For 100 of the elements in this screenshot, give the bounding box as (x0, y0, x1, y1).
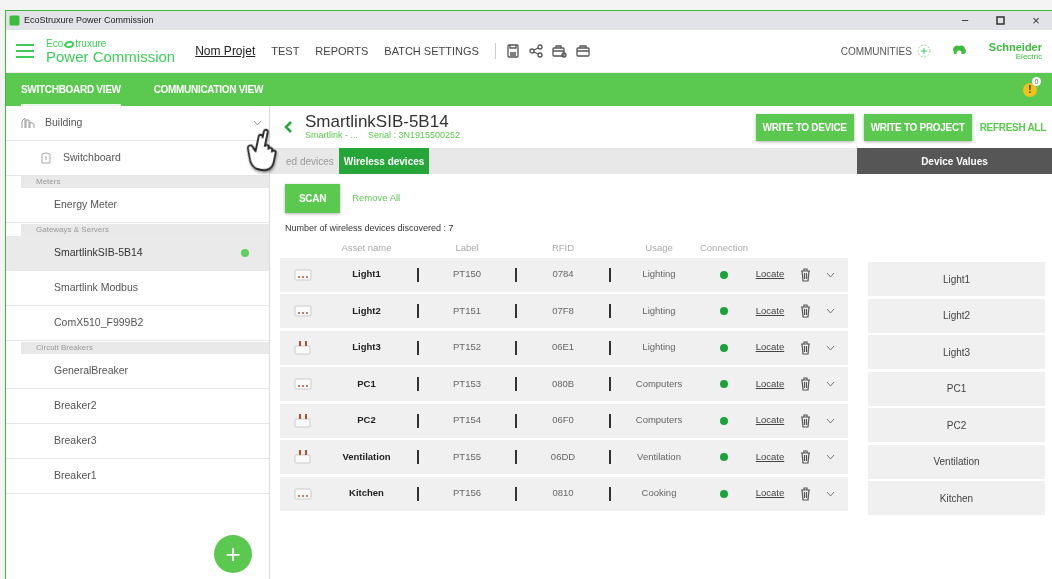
window-title: EcoStruxure Power Commission (24, 13, 155, 27)
plug-icon (292, 485, 313, 502)
chevron-down-icon[interactable] (825, 271, 835, 278)
trash-icon[interactable] (799, 377, 811, 391)
device-value: PC2 (868, 408, 1045, 442)
trash-icon[interactable] (799, 340, 811, 355)
column-header: Connection (698, 241, 750, 256)
device-label: PT154 (452, 413, 482, 428)
nav-link[interactable]: TEST (271, 42, 300, 60)
trash-icon[interactable] (799, 267, 811, 282)
device-value: Light2 (868, 298, 1045, 333)
trash-icon[interactable] (799, 486, 811, 501)
device-type: Smartlink - ... (305, 131, 358, 141)
discovered-count: Number of wireless devices discovered : 7 (285, 222, 455, 235)
sidebar-item[interactable]: Smartlink Modbus (6, 271, 269, 306)
briefcase-icon[interactable] (575, 44, 590, 58)
chevron-down-icon[interactable] (825, 381, 835, 387)
sidebar-item[interactable]: Breaker1 (6, 459, 269, 494)
device-label: PT155 (452, 449, 482, 464)
device-value: Light1 (868, 262, 1045, 296)
building-icon (21, 117, 35, 129)
briefcase-icon[interactable] (551, 44, 567, 58)
plug-icon (292, 303, 313, 319)
asset-name: PC1 (356, 376, 377, 391)
communities-link[interactable]: COMMUNITIES (840, 43, 912, 59)
asset-name: Light1 (351, 267, 382, 282)
locate-link[interactable]: Locate (750, 340, 790, 355)
sidebar-item[interactable]: Energy Meter (6, 188, 269, 223)
device-value: PC1 (868, 371, 1045, 406)
chevron-down-icon[interactable] (825, 417, 835, 424)
rfid-code: 07F8 (551, 303, 575, 318)
asset-name: Light2 (351, 303, 382, 318)
switchboard-item[interactable]: Switchboard (63, 150, 121, 166)
nav-link[interactable]: BATCH SETTINGS (384, 42, 479, 60)
usage-text: Lighting (641, 303, 677, 318)
share-icon[interactable] (528, 44, 543, 58)
group-header: Meters (21, 176, 269, 188)
device-label: PT152 (452, 340, 482, 355)
locate-link[interactable]: Locate (750, 267, 790, 282)
sidebar-item[interactable]: Breaker2 (6, 389, 269, 424)
locate-link[interactable]: Locate (750, 413, 790, 428)
vendor-logo-text: Schneider (988, 41, 1042, 53)
locate-link[interactable]: Locate (750, 486, 790, 501)
usage-text: Lighting (641, 267, 677, 282)
panel-header: Device Values (857, 148, 1052, 174)
chevron-down-icon[interactable] (825, 454, 835, 460)
column-header: Label (454, 241, 480, 256)
sidebar-item[interactable]: SmartlinkSIB-5B14 (6, 236, 269, 271)
device-label: PT156 (452, 486, 482, 501)
plug-icon (292, 412, 313, 429)
column-header: Usage (644, 241, 674, 256)
device-label: PT153 (452, 376, 482, 391)
chevron-down-icon[interactable] (825, 344, 835, 351)
usage-text: Ventilation (636, 449, 682, 464)
nav-link[interactable]: REPORTS (315, 42, 369, 60)
rfid-code: 0810 (551, 486, 575, 501)
logo-text: truxure (75, 38, 107, 49)
plug-icon (292, 376, 313, 392)
usage-text: Computers (634, 376, 684, 391)
nav-link[interactable]: Nom Projet (195, 42, 256, 60)
locate-link[interactable]: Locate (750, 376, 790, 392)
app-icon (9, 15, 20, 26)
app-name: Power Commission (46, 49, 176, 64)
locate-link[interactable]: Locate (750, 449, 790, 465)
sidebar-item[interactable]: GeneralBreaker (6, 354, 269, 389)
logo-text: Eco (46, 38, 64, 49)
vendor-logo-text: Electric (1015, 52, 1042, 61)
usage-text: Lighting (641, 340, 677, 355)
save-icon[interactable] (505, 44, 520, 58)
asset-name: Light3 (351, 340, 382, 355)
plug-icon (292, 266, 313, 283)
rfid-code: 0784 (551, 267, 575, 282)
column-header: RFID (550, 241, 576, 256)
chevron-down-icon[interactable] (825, 490, 835, 497)
group-header: Gateways & Servers (21, 224, 269, 236)
minimize-button[interactable]: − (949, 14, 981, 27)
rfid-code: 06DD (549, 449, 577, 464)
device-label: PT151 (452, 303, 482, 318)
chevron-down-icon[interactable] (825, 308, 835, 314)
maximize-icon[interactable] (996, 16, 1005, 25)
close-button[interactable]: × (1020, 14, 1052, 27)
rfid-code: 080B (550, 376, 576, 391)
trash-icon[interactable] (799, 450, 811, 464)
rfid-code: 06F0 (551, 413, 575, 428)
plug-icon (292, 339, 313, 356)
plug-icon (292, 449, 313, 465)
device-value: Ventilation (868, 444, 1045, 479)
chevron-down-icon[interactable] (253, 120, 262, 126)
loop-logo-icon (63, 38, 76, 49)
locate-link[interactable]: Locate (750, 303, 790, 319)
switchboard-icon (41, 152, 51, 164)
trash-icon[interactable] (799, 413, 811, 428)
asset-name: Ventilation (341, 449, 392, 464)
back-icon[interactable] (284, 121, 293, 133)
device-value: Light3 (868, 335, 1045, 369)
sidebar-item[interactable]: Breaker3 (6, 424, 269, 459)
trash-icon[interactable] (799, 304, 811, 318)
sidebar-item[interactable]: ComX510_F999B2 (6, 306, 269, 341)
usage-text: Computers (634, 413, 684, 428)
column-header: Asset name (340, 241, 393, 256)
